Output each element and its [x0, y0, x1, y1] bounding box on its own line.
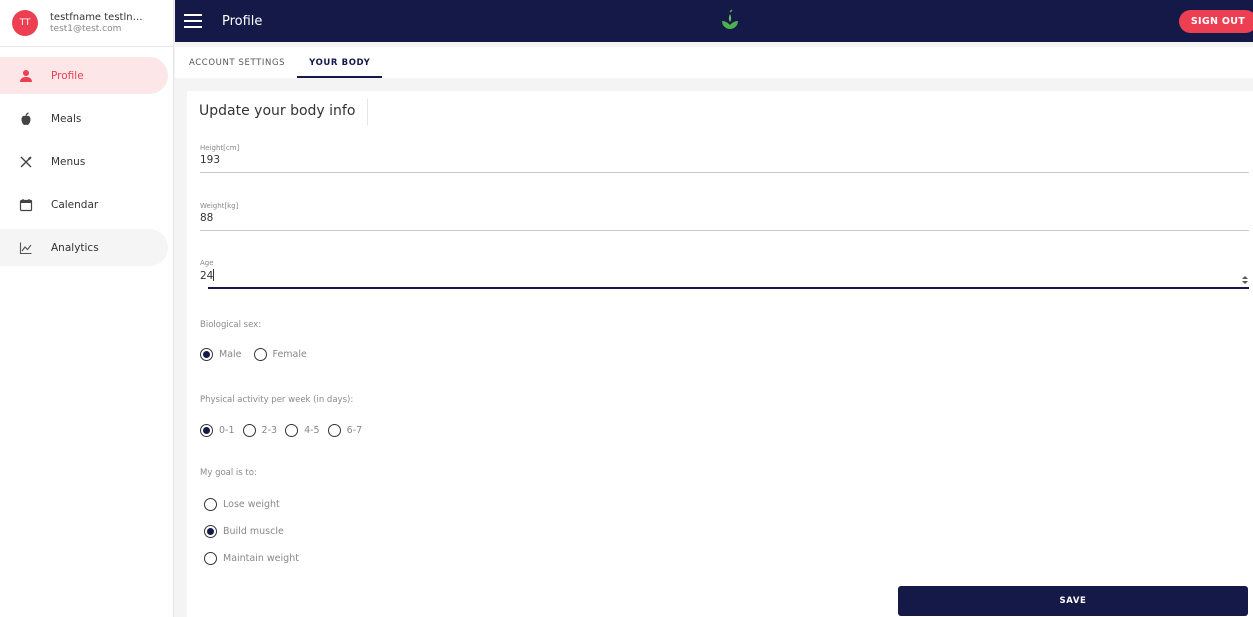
radio-button[interactable]: [253, 348, 267, 361]
radio-button[interactable]: [327, 424, 341, 437]
age-input[interactable]: 24: [200, 269, 1249, 283]
sex-option-male[interactable]: Male: [200, 348, 242, 361]
sidebar-nav: Profile Meals Menus Calendar Analytics: [0, 57, 173, 266]
top-app-bar: Profile SIGN OUT: [175, 0, 1253, 42]
stepper-arrows-icon: [1242, 276, 1248, 284]
radio-label: Female: [272, 349, 307, 360]
radio-button[interactable]: [204, 525, 217, 538]
sign-out-button[interactable]: SIGN OUT: [1178, 10, 1253, 33]
radio-label: Lose weight: [223, 499, 280, 510]
radio-button[interactable]: [204, 498, 217, 511]
goal-option-build-muscle[interactable]: Build muscle: [204, 525, 284, 538]
sidebar: TT testfname testlnam... test1@test.com …: [0, 0, 174, 617]
number-stepper[interactable]: [1241, 274, 1249, 286]
profile-tabs: ACCOUNT SETTINGS YOUR BODY: [175, 47, 1253, 78]
avatar[interactable]: TT: [12, 10, 38, 36]
sidebar-item-label: Analytics: [51, 241, 99, 254]
age-label: Age: [200, 259, 214, 267]
sidebar-item-label: Calendar: [51, 198, 99, 211]
radio-label: Maintain weight: [223, 553, 299, 564]
goal-option-maintain-weight[interactable]: Maintain weight: [204, 552, 299, 565]
save-button[interactable]: SAVE: [898, 586, 1248, 616]
sex-label: Biological sex:: [200, 320, 262, 330]
sidebar-item-profile[interactable]: Profile: [0, 57, 168, 94]
activity-option-6-7[interactable]: 6-7: [327, 424, 363, 437]
calendar-icon: [18, 197, 34, 213]
leaf-logo-icon: [722, 9, 738, 29]
tab-account-settings[interactable]: ACCOUNT SETTINGS: [175, 47, 297, 78]
radio-button[interactable]: [285, 424, 299, 437]
person-icon: [18, 68, 34, 84]
radio-button[interactable]: [242, 424, 256, 437]
tab-your-body[interactable]: YOUR BODY: [297, 47, 383, 78]
radio-label: Male: [219, 349, 242, 360]
goal-option-lose-weight[interactable]: Lose weight: [204, 498, 280, 511]
sidebar-item-label: Profile: [51, 69, 84, 82]
menu-icon[interactable]: [184, 14, 202, 28]
body-info-card: Update your body info Height[cm] 193 Wei…: [187, 91, 1253, 617]
activity-option-2-3[interactable]: 2-3: [242, 424, 278, 437]
height-label: Height[cm]: [200, 144, 240, 152]
utensils-icon: [18, 154, 34, 170]
user-email: test1@test.com: [50, 24, 122, 34]
radio-label: 0-1: [219, 425, 235, 436]
height-input[interactable]: 193: [200, 154, 1249, 168]
radio-button[interactable]: [204, 552, 217, 565]
apple-icon: [18, 111, 34, 127]
activity-option-0-1[interactable]: 0-1: [200, 424, 235, 437]
age-value: 24: [200, 270, 214, 282]
sex-radio-group: Male Female: [200, 348, 319, 361]
card-title: Update your body info: [199, 99, 369, 125]
activity-radio-group: 0-1 2-3 4-5 6-7: [200, 424, 370, 437]
chart-line-icon: [18, 240, 34, 256]
weight-label: Weight[kg]: [200, 202, 239, 210]
sidebar-item-label: Meals: [51, 112, 82, 125]
sidebar-item-analytics[interactable]: Analytics: [0, 229, 168, 266]
user-profile[interactable]: TT testfname testlnam... test1@test.com: [0, 0, 173, 47]
sidebar-item-menus[interactable]: Menus: [0, 143, 168, 180]
sidebar-item-label: Menus: [51, 155, 86, 168]
age-field[interactable]: Age 24: [200, 259, 1249, 289]
activity-option-4-5[interactable]: 4-5: [285, 424, 320, 437]
radio-button[interactable]: [200, 348, 213, 361]
radio-label: 2-3: [261, 425, 278, 436]
sidebar-item-meals[interactable]: Meals: [0, 100, 168, 137]
sidebar-item-calendar[interactable]: Calendar: [0, 186, 168, 223]
radio-button[interactable]: [200, 424, 213, 437]
sex-option-female[interactable]: Female: [253, 348, 307, 361]
page-title: Profile: [222, 13, 263, 29]
radio-label: 6-7: [346, 425, 363, 436]
user-name: testfname testlnam...: [50, 12, 146, 23]
activity-label: Physical activity per week (in days):: [200, 395, 354, 405]
height-field[interactable]: Height[cm] 193: [200, 144, 1249, 173]
weight-input[interactable]: 88: [200, 212, 1249, 226]
goal-label: My goal is to:: [200, 468, 257, 478]
radio-label: 4-5: [304, 425, 320, 436]
weight-field[interactable]: Weight[kg] 88: [200, 202, 1249, 231]
radio-label: Build muscle: [223, 526, 284, 537]
